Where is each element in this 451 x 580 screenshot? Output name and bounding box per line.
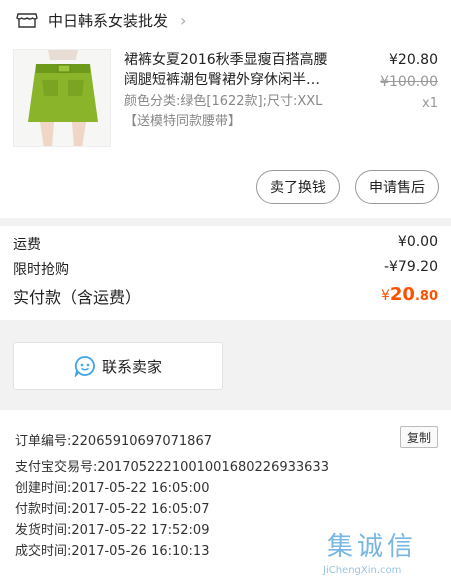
contact-seller-button[interactable]: 联系卖家 (13, 342, 223, 390)
store-icon (16, 13, 38, 28)
shipped-time-value: 2017-05-22 17:52:09 (71, 523, 210, 538)
contact-seller-label: 联系卖家 (101, 357, 162, 376)
sell-button[interactable]: 卖了换钱 (256, 170, 340, 204)
order-number-label: 订单编号: (15, 434, 72, 449)
total-symbol: ¥ (380, 288, 390, 304)
shop-name: 中日韩系女装批发 (48, 11, 169, 30)
shipping-label: 运费 (13, 237, 41, 253)
watermark-text: 集诚信 (327, 532, 418, 562)
product-thumbnail[interactable] (13, 49, 111, 147)
created-time-value: 2017-05-22 16:05:00 (71, 481, 210, 496)
paid-time-value: 2017-05-22 16:05:07 (71, 502, 210, 517)
total-row: 实付款（含运费） ¥20.80 (13, 284, 438, 308)
alipay-number-row: 支付宝交易号:2017052221001001680226933633 (15, 456, 329, 475)
chevron-right-icon: › (180, 10, 187, 30)
copy-button[interactable]: 复制 (400, 426, 438, 448)
contact-section: 联系卖家 (0, 328, 451, 398)
total-decimal: .80 (414, 289, 438, 304)
total-value: ¥20.80 (381, 284, 438, 308)
total-label: 实付款（含运费） (13, 288, 142, 307)
product-quantity: x1 (422, 96, 438, 111)
shipping-row: 运费 ¥0.00 (13, 234, 438, 254)
after-sale-button[interactable]: 申请售后 (355, 170, 439, 204)
order-actions: 卖了换钱 申请售后 (0, 160, 451, 218)
watermark: 集诚信 JiChengXin.com (321, 526, 441, 576)
created-time-label: 创建时间: (15, 481, 72, 496)
product-item[interactable]: 裙裤女夏2016秋季显瘦百搭高腰阔腿短裤潮包臀裙外穿休闲半… 颜色分类:绿色[1… (0, 40, 451, 160)
product-title[interactable]: 裙裤女夏2016秋季显瘦百搭高腰阔腿短裤潮包臀裙外穿休闲半… (124, 50, 339, 90)
flash-sale-value: -¥79.20 (383, 259, 438, 275)
paid-time-label: 付款时间: (15, 502, 72, 517)
watermark-url: JiChengXin.com (323, 565, 402, 576)
shipping-value: ¥0.00 (397, 234, 438, 250)
product-price: ¥20.80 (389, 52, 438, 68)
flash-sale-label: 限时抢购 (13, 262, 69, 278)
completed-time-row: 成交时间:2017-05-26 16:10:13 (15, 540, 209, 559)
shop-header[interactable]: 中日韩系女装批发 › (0, 0, 451, 40)
alipay-number-label: 支付宝交易号: (15, 460, 98, 475)
completed-time-label: 成交时间: (15, 544, 72, 559)
shipped-time-row: 发货时间:2017-05-22 17:52:09 (15, 519, 209, 538)
product-original-price: ¥100.00 (380, 74, 438, 90)
paid-time-row: 付款时间:2017-05-22 16:05:07 (15, 498, 209, 517)
flash-sale-row: 限时抢购 -¥79.20 (13, 259, 438, 279)
order-number-value: 22065910697071867 (71, 434, 212, 449)
order-number-row: 订单编号:22065910697071867 (15, 430, 212, 449)
product-sku: 颜色分类:绿色[1622款];尺寸:XXL【送模特同款腰带】 (124, 94, 323, 129)
payment-summary: 运费 ¥0.00 限时抢购 -¥79.20 实付款（含运费） ¥20.80 (0, 226, 451, 320)
shipped-time-label: 发货时间: (15, 523, 72, 538)
created-time-row: 创建时间:2017-05-22 16:05:00 (15, 477, 209, 496)
alipay-number-value: 2017052221001001680226933633 (97, 460, 329, 475)
completed-time-value: 2017-05-26 16:10:13 (71, 544, 210, 559)
chat-bubble-icon (74, 356, 95, 377)
total-integer: 20 (389, 284, 415, 305)
